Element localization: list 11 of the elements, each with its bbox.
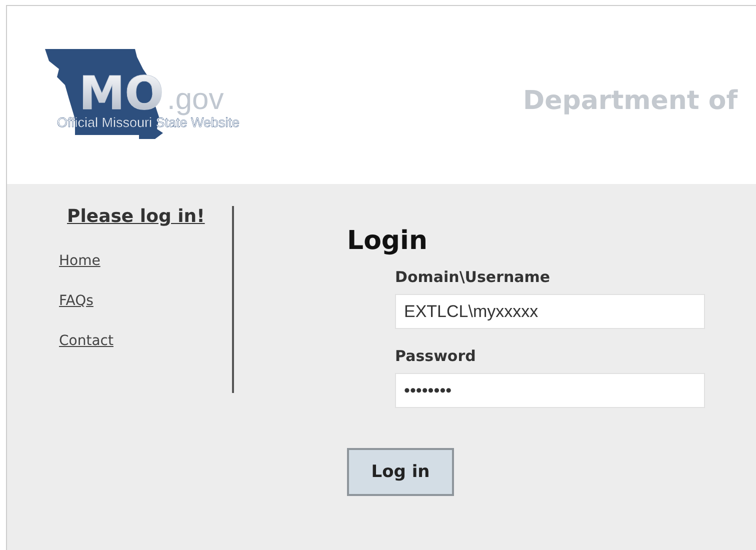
nav-link[interactable]: Home bbox=[59, 253, 100, 269]
input-field[interactable]: •••••••• bbox=[395, 373, 705, 408]
nav-link[interactable]: Contact bbox=[59, 333, 114, 349]
login-button[interactable]: Log in bbox=[347, 448, 454, 496]
field-label: Domain\Username bbox=[395, 268, 552, 286]
page-title: Department of bbox=[523, 86, 738, 116]
sidebar-heading: Please log in! bbox=[67, 206, 205, 227]
nav-link[interactable]: FAQs bbox=[59, 293, 94, 309]
login-title: Login bbox=[347, 226, 428, 256]
field-label: Password bbox=[395, 347, 477, 365]
input-field[interactable]: EXTLCL\myxxxxx bbox=[395, 294, 705, 329]
